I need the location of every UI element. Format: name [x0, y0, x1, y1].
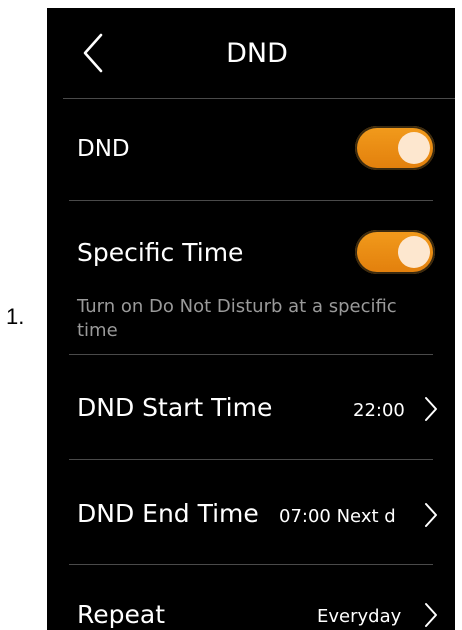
specific-time-toggle[interactable] [355, 230, 435, 274]
end-time-value: 07:00 Next d [279, 506, 396, 527]
repeat-value: Everyday [317, 606, 402, 627]
dnd-divider [69, 200, 433, 201]
dnd-toggle-knob [398, 132, 430, 164]
specific-time-toggle-knob [398, 236, 430, 268]
specific-time-divider [69, 354, 433, 355]
header-divider [63, 98, 455, 99]
specific-time-label: Specific Time [77, 238, 244, 267]
list-number: 1. [6, 304, 25, 329]
start-time-label: DND Start Time [77, 393, 273, 422]
chevron-right-icon[interactable] [424, 502, 438, 528]
page-title: DND [226, 38, 288, 69]
dnd-label: DND [77, 136, 130, 162]
repeat-label: Repeat [77, 600, 166, 629]
chevron-right-icon[interactable] [424, 602, 438, 628]
dnd-settings-screen: DND DND Specific Time Turn on Do Not Dis… [47, 8, 455, 630]
header: DND [47, 8, 455, 98]
end-time-label: DND End Time [77, 499, 259, 528]
start-time-divider [69, 459, 433, 460]
specific-time-description: Turn on Do Not Disturb at a specific tim… [77, 296, 397, 341]
chevron-right-icon[interactable] [424, 396, 438, 422]
dnd-toggle[interactable] [355, 126, 435, 170]
start-time-value: 22:00 [353, 400, 405, 421]
end-time-divider [69, 564, 433, 565]
